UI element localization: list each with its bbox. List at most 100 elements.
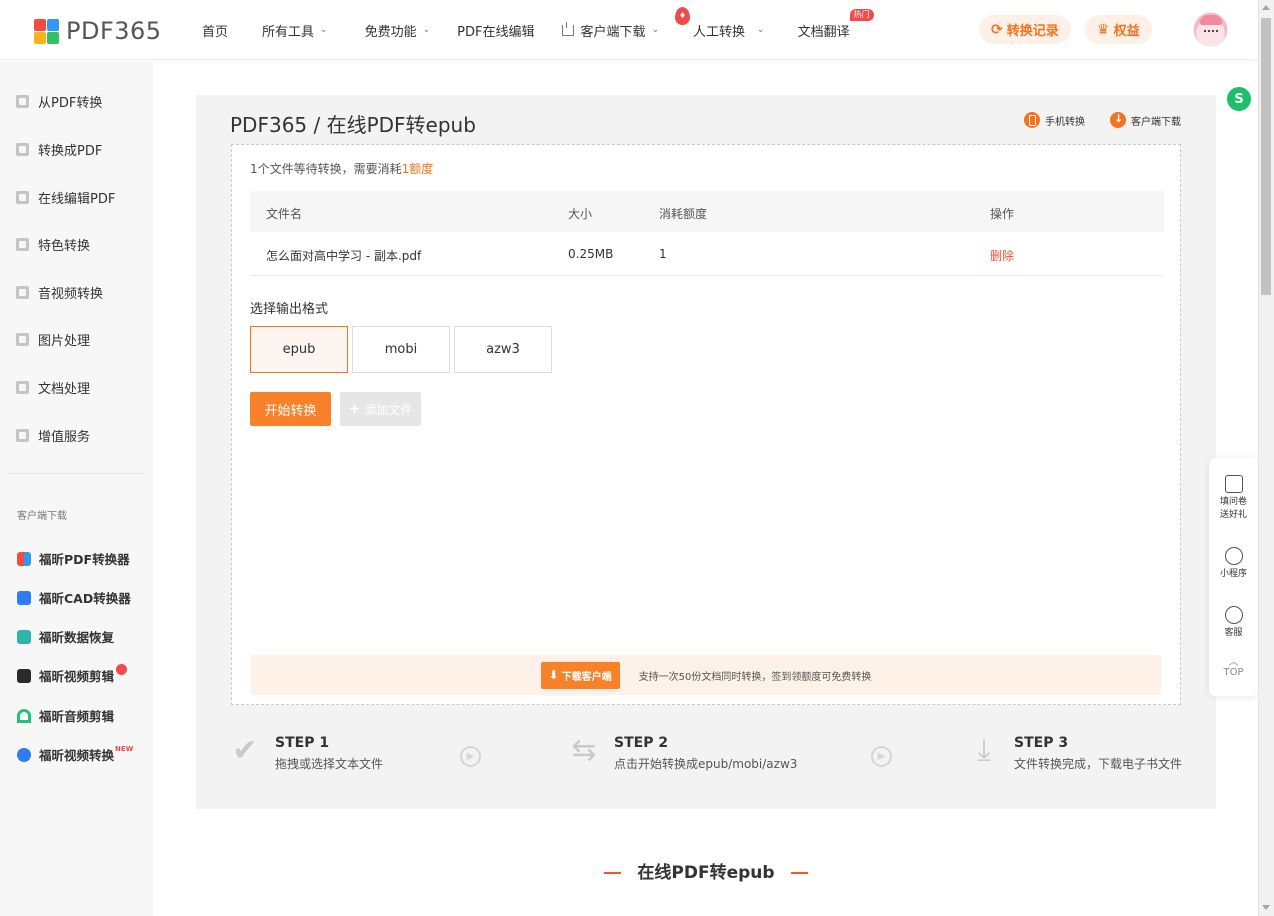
- app-pdf-converter[interactable]: 福昕PDF转换器: [17, 549, 130, 568]
- nav-pdf-edit-label: PDF在线编辑: [457, 24, 535, 40]
- mobile-convert-label: 手机转换: [1045, 116, 1085, 128]
- convert-icon: [16, 143, 29, 156]
- fire-icon: ♦: [675, 6, 691, 25]
- app-video-editor[interactable]: 福昕视频剪辑: [17, 664, 128, 685]
- format-option-azw3[interactable]: azw3: [454, 326, 552, 373]
- sidebar-item-special[interactable]: 特色转换: [16, 235, 90, 254]
- download-client-button[interactable]: ⬇ 下载客户端: [540, 661, 620, 689]
- table-row: 怎么面对高中学习 - 副本.pdf 0.25MB 1 删除: [250, 232, 1164, 276]
- step-arrow-icon: ▶: [460, 746, 481, 767]
- logo[interactable]: PDF365: [34, 17, 162, 45]
- logo-icon: [34, 18, 59, 44]
- format-option-epub[interactable]: epub: [250, 326, 348, 373]
- convert-icon: [16, 95, 29, 108]
- top-header: PDF365 首页 所有工具 ⌄ 免费功能 ⌄ PDF在线编辑 客户端下载 ⌄ ♦ 人工…: [0, 0, 1258, 60]
- sidebar-item-document[interactable]: 文档处理: [16, 378, 90, 397]
- miniapp-button[interactable]: 小程序: [1209, 547, 1258, 581]
- miniapp-label: 小程序: [1219, 569, 1247, 579]
- crown-icon: ♛: [1097, 21, 1110, 38]
- nav-manual-convert[interactable]: ♦ 人工转换 ⌄: [675, 6, 765, 40]
- chevron-down-icon: ⌄: [422, 25, 431, 35]
- miniapp-icon: [1224, 547, 1243, 565]
- app-label: 福昕PDF转换器: [39, 552, 130, 567]
- back-to-top-button[interactable]: ︿ TOP: [1209, 657, 1258, 679]
- history-button[interactable]: ⟳ 转换记录: [979, 15, 1071, 44]
- nav-doc-translate-label: 文档翻译: [797, 24, 850, 40]
- start-convert-button[interactable]: 开始转换: [250, 392, 331, 426]
- download-client-label: 下载客户端: [561, 671, 612, 683]
- app-audio-editor[interactable]: 福昕音频剪辑: [17, 706, 114, 725]
- service-label: 客服: [1224, 628, 1243, 638]
- scrollbar-thumb[interactable]: [1261, 18, 1271, 295]
- delete-link[interactable]: 删除: [990, 247, 1014, 264]
- survey-button[interactable]: 填问卷送好礼: [1209, 475, 1258, 522]
- survey-label: 填问卷送好礼: [1219, 497, 1247, 520]
- scroll-up-arrow[interactable]: [1262, 5, 1270, 10]
- audio-editor-icon: [17, 708, 31, 723]
- converter-panel: PDF365 / 在线PDF转epub 手机转换 客户端下载 1个文件等待转换，…: [196, 95, 1216, 809]
- server-icon: [16, 429, 29, 442]
- format-option-mobi[interactable]: mobi: [352, 326, 450, 373]
- rights-button[interactable]: ♛ 权益: [1085, 15, 1152, 44]
- sidebar-item-edit-pdf[interactable]: 在线编辑PDF: [16, 188, 115, 207]
- sidebar-item-av[interactable]: 音视频转换: [16, 283, 103, 302]
- chevron-up-icon: ︿: [1228, 657, 1239, 668]
- format-label: 选择输出格式: [250, 302, 329, 317]
- nav-doc-translate[interactable]: 文档翻译 热门: [797, 8, 874, 40]
- sidebar-section-title: 客户端下载: [17, 511, 67, 522]
- step-title: STEP 1: [275, 735, 330, 751]
- sidebar-item-image[interactable]: 图片处理: [16, 330, 90, 349]
- app-data-recovery[interactable]: 福昕数据恢复: [17, 627, 114, 646]
- sidebar-item-value-added[interactable]: 增值服务: [16, 426, 90, 445]
- app-label: 福昕CAD转换器: [39, 591, 131, 606]
- cad-converter-icon: [17, 590, 31, 605]
- mobile-convert-link[interactable]: 手机转换: [1024, 112, 1085, 128]
- customer-service-button[interactable]: 客服: [1209, 606, 1258, 640]
- sidebar-item-label: 图片处理: [38, 334, 91, 349]
- refresh-icon: ⟳: [991, 21, 1003, 38]
- new-tag: NEW: [115, 744, 134, 753]
- survey-icon: [1224, 475, 1243, 493]
- file-count-text: 1个文件等待转换，需要消耗1额度: [250, 160, 433, 177]
- sidebar-item-label: 音视频转换: [38, 287, 104, 302]
- hot-icon: [116, 664, 128, 675]
- client-download-label: 客户端下载: [1131, 116, 1181, 128]
- nav-free-features[interactable]: 免费功能 ⌄: [365, 21, 431, 40]
- sidebar-divider: [8, 473, 144, 474]
- sidebar-item-from-pdf[interactable]: 从PDF转换: [16, 92, 102, 111]
- app-label: 福昕数据恢复: [39, 630, 115, 645]
- app-video-converter[interactable]: 福昕视频转换 NEW: [17, 745, 133, 764]
- file-dropzone[interactable]: 1个文件等待转换，需要消耗1额度 文件名 大小 消耗额度 操作 怎么面对高中学习…: [231, 144, 1181, 705]
- step-2: ⇆ STEP 2 点击开始转换成epub/mobi/azw3: [568, 735, 797, 772]
- pdf-converter-icon: [17, 551, 31, 566]
- add-file-label: 添加文件: [364, 402, 413, 417]
- nav-all-tools[interactable]: 所有工具 ⌄: [262, 21, 328, 40]
- scroll-down-arrow[interactable]: [1262, 905, 1270, 910]
- sidebar-item-label: 特色转换: [38, 239, 91, 254]
- nav-pdf-edit[interactable]: PDF在线编辑: [457, 21, 534, 40]
- app-cad-converter[interactable]: 福昕CAD转换器: [17, 588, 131, 607]
- chevron-down-icon: ⌄: [320, 25, 328, 35]
- sidebar-item-label: 文档处理: [38, 382, 91, 397]
- assistant-icon[interactable]: S: [1227, 87, 1251, 111]
- nav-client-download[interactable]: 客户端下载 ⌄: [562, 21, 659, 40]
- sidebar-item-label: 从PDF转换: [38, 96, 103, 111]
- client-download-link[interactable]: 客户端下载: [1110, 112, 1181, 128]
- data-recovery-icon: [17, 629, 31, 644]
- avatar[interactable]: [1193, 12, 1228, 47]
- add-file-button[interactable]: + 添加文件: [340, 392, 421, 426]
- step-arrow-icon: ▶: [871, 746, 892, 767]
- table-header: 文件名 大小 消耗额度 操作: [250, 191, 1164, 232]
- app-label: 福昕音频剪辑: [39, 709, 115, 724]
- nav-home[interactable]: 首页: [202, 21, 228, 40]
- sidebar-item-to-pdf[interactable]: 转换成PDF: [16, 140, 102, 159]
- hot-badge: 热门: [849, 8, 874, 21]
- video-editor-icon: [17, 668, 31, 683]
- column-header-cost: 消耗额度: [659, 207, 708, 221]
- file-size: 0.25MB: [568, 247, 614, 261]
- shield-icon: [16, 238, 29, 251]
- title-dash-right: [790, 872, 808, 874]
- floating-toolbar: 填问卷送好礼 小程序 客服 ︿ TOP: [1209, 458, 1258, 696]
- nav-home-label: 首页: [202, 24, 229, 40]
- count-highlight: 1额度: [401, 162, 434, 176]
